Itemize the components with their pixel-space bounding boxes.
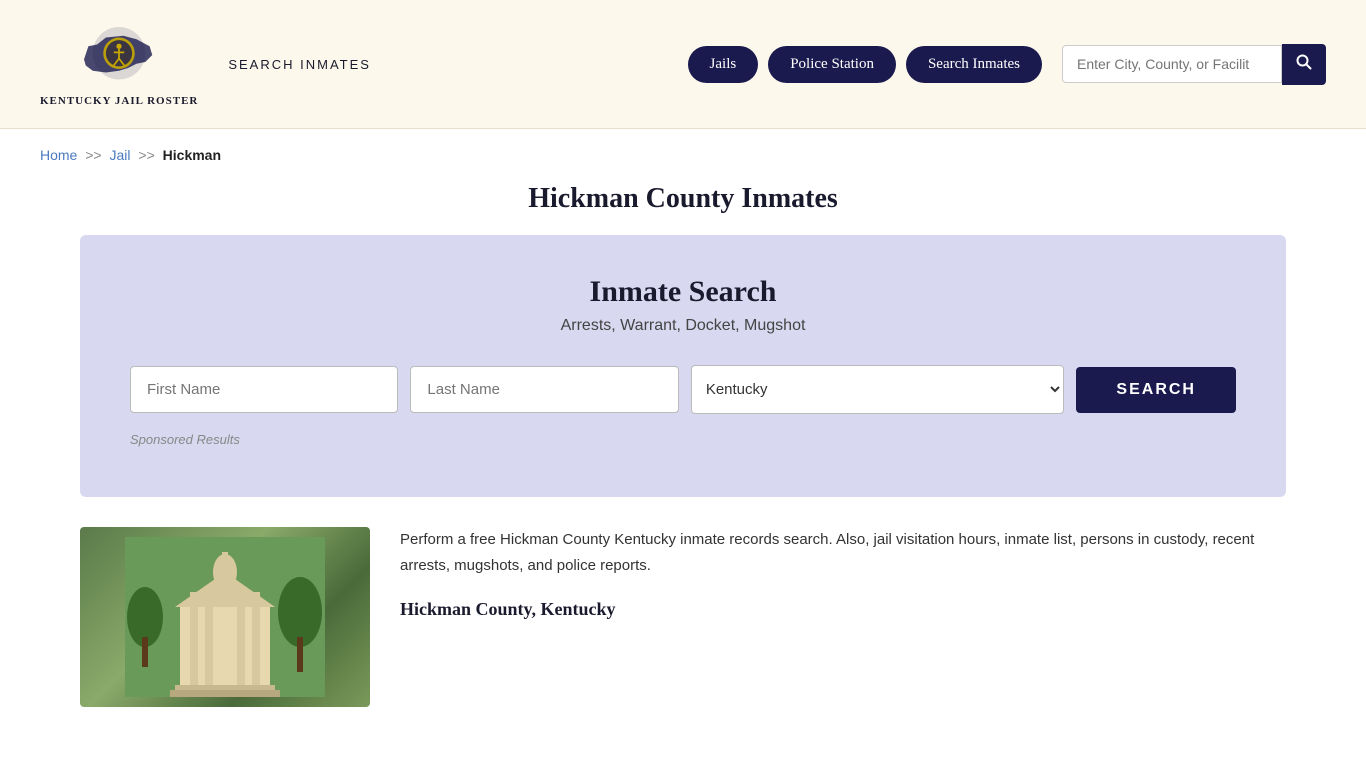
sponsored-label: Sponsored Results [130,432,1236,447]
inmate-search-subtitle: Arrests, Warrant, Docket, Mugshot [130,317,1236,335]
content-subtitle: Hickman County, Kentucky [400,594,1286,625]
inmate-search-button[interactable]: SEARCH [1076,367,1236,413]
logo-area: KENTUCKY JAIL ROSTER [40,20,198,108]
kentucky-logo-icon [74,20,164,90]
breadcrumb-sep1: >> [85,147,101,163]
content-description: Perform a free Hickman County Kentucky i… [400,527,1286,578]
breadcrumb: Home >> Jail >> Hickman [0,129,1366,173]
breadcrumb-jail[interactable]: Jail [110,147,131,163]
last-name-input[interactable] [410,366,678,413]
search-panel: Inmate Search Arrests, Warrant, Docket, … [80,235,1286,497]
page-title: Hickman County Inmates [0,183,1366,215]
site-title: SEARCH INMATES [228,57,371,72]
police-station-button[interactable]: Police Station [768,46,896,83]
breadcrumb-home[interactable]: Home [40,147,77,163]
logo-text: KENTUCKY JAIL ROSTER [40,94,198,108]
search-inmates-button[interactable]: Search Inmates [906,46,1042,83]
header: KENTUCKY JAIL ROSTER SEARCH INMATES Jail… [0,0,1366,129]
header-search-input[interactable] [1062,45,1282,83]
content-image [80,527,370,707]
header-search-bar [1062,44,1326,85]
header-nav: Jails Police Station Search Inmates [688,44,1326,85]
content-image-inner [80,527,370,707]
jails-button[interactable]: Jails [688,46,759,83]
content-text: Perform a free Hickman County Kentucky i… [400,527,1286,625]
state-select[interactable]: AlabamaAlaskaArizonaArkansasCaliforniaCo… [691,365,1065,414]
header-search-button[interactable] [1282,44,1326,85]
breadcrumb-sep2: >> [138,147,154,163]
breadcrumb-current: Hickman [163,147,221,163]
courthouse-icon [125,537,325,697]
inmate-search-title: Inmate Search [130,275,1236,309]
first-name-input[interactable] [130,366,398,413]
search-icon [1296,54,1312,70]
search-form: AlabamaAlaskaArizonaArkansasCaliforniaCo… [130,365,1236,414]
content-section: Perform a free Hickman County Kentucky i… [80,527,1286,707]
